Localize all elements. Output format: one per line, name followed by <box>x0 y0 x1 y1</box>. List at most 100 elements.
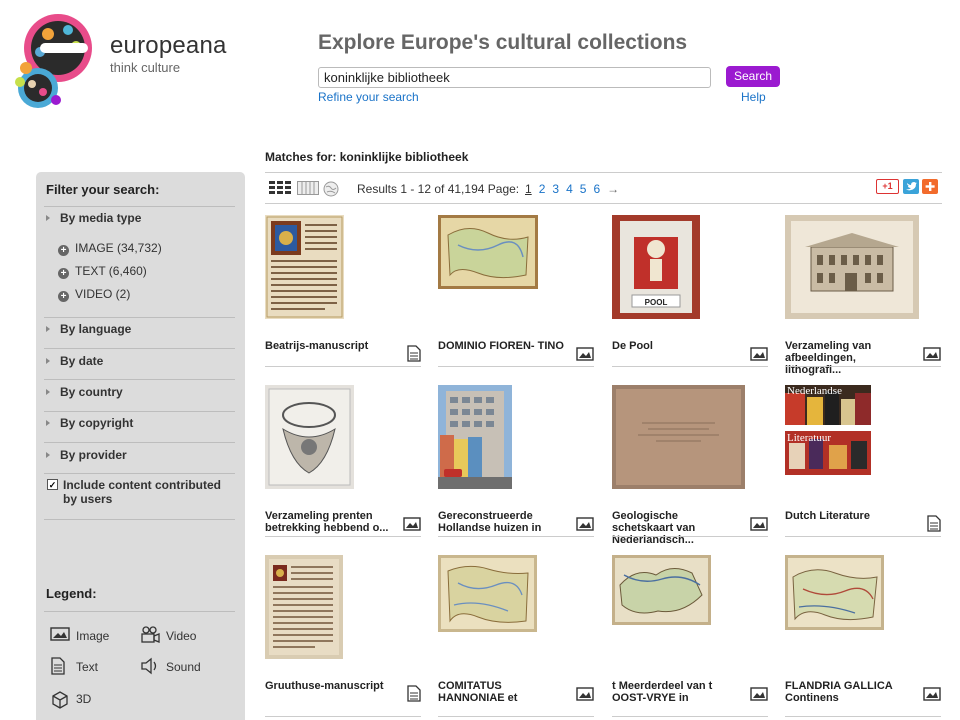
ornament-print-thumbnail[interactable] <box>265 385 354 489</box>
image-icon <box>923 347 941 361</box>
help-link[interactable]: Help <box>741 90 766 104</box>
page-link[interactable]: 2 <box>539 182 546 196</box>
divider <box>44 519 235 520</box>
twitter-share-button[interactable] <box>903 179 919 194</box>
result-title[interactable]: DOMINIO FIOREN- TINO <box>438 340 568 352</box>
map-view-icon[interactable] <box>323 181 339 200</box>
media-option-video[interactable]: + VIDEO (2) <box>58 287 130 302</box>
results-summary: Results 1 - 12 of 41,194 Page: <box>357 182 519 196</box>
europeana-logo[interactable] <box>10 8 102 112</box>
map-thumbnail[interactable] <box>612 555 711 625</box>
media-option-text[interactable]: + TEXT (6,460) <box>58 264 147 279</box>
map-thumbnail[interactable] <box>438 215 538 289</box>
result-title[interactable]: Geologische schetskaart van Nederlandsch… <box>612 510 742 546</box>
divider <box>785 366 941 367</box>
result-title[interactable]: Gruuthuse-manuscript <box>265 680 395 692</box>
result-title[interactable]: t Meerderdeel van t OOST-VRYE in <box>612 680 742 704</box>
image-icon <box>403 517 421 531</box>
grid-view-icon[interactable] <box>269 181 293 198</box>
plus-icon: + <box>58 268 69 279</box>
image-icon <box>923 687 941 701</box>
page-link-current[interactable]: 1 <box>525 182 532 196</box>
divider <box>265 536 421 537</box>
map-thumbnail[interactable] <box>785 555 884 630</box>
result-title[interactable]: Dutch Literature <box>785 510 915 522</box>
coat-of-arms-thumbnail[interactable]: POOL <box>612 215 700 319</box>
divider <box>44 411 235 412</box>
filter-title: Filter your search: <box>46 182 160 197</box>
houses-photo-thumbnail[interactable] <box>438 385 512 489</box>
legend-label: Video <box>166 629 197 643</box>
divider <box>44 611 235 612</box>
triangle-right-icon <box>46 358 50 364</box>
cube-3d-icon <box>52 691 68 709</box>
divider <box>785 716 941 717</box>
speaker-icon <box>141 657 157 675</box>
divider <box>612 716 768 717</box>
page-link[interactable]: 6 <box>593 182 600 196</box>
lithograph-thumbnail[interactable] <box>785 215 919 319</box>
timeline-view-icon[interactable] <box>297 181 319 198</box>
filter-language[interactable]: By language <box>46 322 131 336</box>
filter-label: By copyright <box>60 416 134 430</box>
google-plus-share-button[interactable]: +1 <box>876 179 899 194</box>
filter-provider[interactable]: By provider <box>46 448 127 462</box>
user-content-checkbox[interactable]: ✓ Include content contributed by users <box>47 478 227 506</box>
manuscript-thumbnail[interactable] <box>265 215 344 319</box>
geological-map-thumbnail[interactable] <box>612 385 745 489</box>
filter-country[interactable]: By country <box>46 385 123 399</box>
filter-media-type[interactable]: By media type <box>46 211 141 225</box>
result-title[interactable]: Beatrijs-manuscript <box>265 340 395 352</box>
page-label: Page: <box>487 182 520 196</box>
legend-label: Image <box>76 629 110 643</box>
page-link[interactable]: 3 <box>552 182 559 196</box>
search-button[interactable]: Search <box>726 66 780 87</box>
video-icon <box>141 626 160 643</box>
triangle-right-icon <box>46 452 50 458</box>
matches-query: koninklijke bibliotheek <box>339 150 469 164</box>
page-link[interactable]: 4 <box>566 182 573 196</box>
map-thumbnail[interactable] <box>438 555 537 632</box>
result-title[interactable]: FLANDRIA GALLICA Continens <box>785 680 915 704</box>
divider <box>44 473 235 474</box>
checkbox-checked-icon[interactable]: ✓ <box>47 479 58 490</box>
media-option-label: TEXT (6,460) <box>75 264 147 278</box>
pagination: 1 2 3 4 5 6 → <box>525 182 626 196</box>
matches-label: Matches for: <box>265 150 337 164</box>
triangle-right-icon <box>46 215 50 221</box>
pool-sign-text: POOL <box>645 298 668 307</box>
result-title[interactable]: COMITATUS HANNONIAE et <box>438 680 568 704</box>
divider <box>265 366 421 367</box>
divider <box>612 366 768 367</box>
image-icon <box>750 517 768 531</box>
result-title[interactable]: Gereconstrueerde Hollandse huizen in <box>438 510 568 534</box>
dutch-literature-thumbnail[interactable]: Nederlandse Literatuur <box>785 385 871 475</box>
brand: europeana think culture <box>110 32 227 76</box>
image-icon <box>750 347 768 361</box>
filter-date[interactable]: By date <box>46 354 103 368</box>
search-input[interactable] <box>318 67 711 88</box>
next-page-arrow[interactable]: → <box>607 182 619 196</box>
plus-icon <box>925 182 935 191</box>
filter-label: By country <box>60 385 123 399</box>
add-share-button[interactable] <box>922 179 938 194</box>
brand-name: europeana <box>110 32 227 59</box>
media-option-image[interactable]: + IMAGE (34,732) <box>58 241 162 256</box>
legend-label: Text <box>76 660 99 674</box>
manuscript-thumbnail[interactable] <box>265 555 343 659</box>
image-icon <box>576 687 594 701</box>
page-link[interactable]: 5 <box>580 182 587 196</box>
divider <box>265 203 942 204</box>
result-title[interactable]: De Pool <box>612 340 742 352</box>
refine-search-link[interactable]: Refine your search <box>318 90 419 104</box>
divider <box>612 536 768 537</box>
result-title[interactable]: Verzameling van afbeeldingen, lithografi… <box>785 340 915 376</box>
legend-title: Legend: <box>46 586 97 601</box>
literatuur-text: Literatuur <box>787 432 831 444</box>
filter-copyright[interactable]: By copyright <box>46 416 133 430</box>
result-title[interactable]: Verzameling prenten betrekking hebbend o… <box>265 510 395 534</box>
media-option-label: IMAGE (34,732) <box>75 241 162 255</box>
divider <box>785 536 941 537</box>
media-option-label: VIDEO (2) <box>75 287 131 301</box>
divider <box>438 716 594 717</box>
